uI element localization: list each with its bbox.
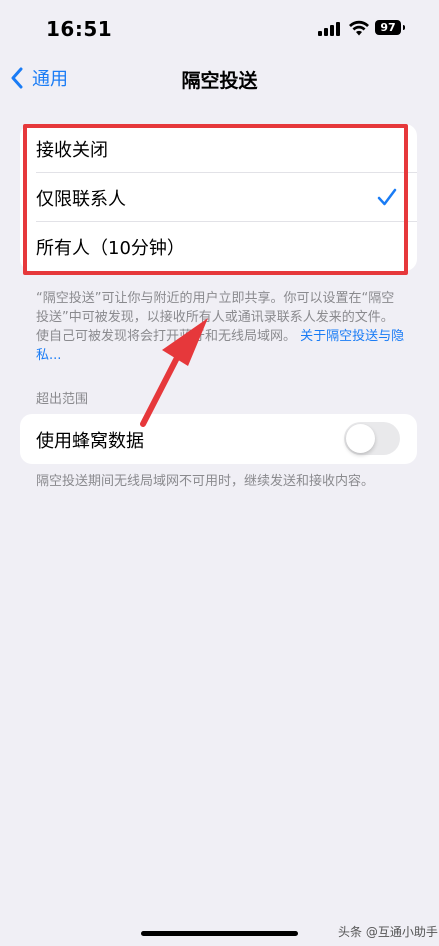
cellular-group: 使用蜂窝数据: [20, 414, 417, 464]
airdrop-footnote: “隔空投送”可让你与附近的用户立即共享。你可以设置在“隔空投送”中可被发现，以接…: [36, 289, 406, 365]
status-time: 16:51: [46, 17, 113, 41]
toggle-knob: [346, 424, 375, 453]
nav-bar: 通用 隔空投送: [0, 58, 439, 98]
watermark: 头条 @互通小助手: [338, 925, 438, 939]
home-indicator[interactable]: [141, 931, 298, 936]
status-bar: 16:51 97: [0, 0, 439, 56]
highlight-box: [23, 124, 408, 275]
page-title: 隔空投送: [181, 70, 258, 92]
battery-tip: [403, 25, 405, 30]
cellular-label: 使用蜂窝数据: [36, 431, 144, 452]
cellular-data-toggle[interactable]: [344, 422, 400, 455]
battery-icon: 97: [375, 20, 401, 35]
signal-icon: [318, 22, 342, 36]
section-header-out-of-range: 超出范围: [36, 392, 89, 407]
wifi-icon: [349, 20, 369, 36]
cellular-footnote: 隔空投送期间无线局域网不可用时，继续发送和接收内容。: [36, 474, 375, 489]
